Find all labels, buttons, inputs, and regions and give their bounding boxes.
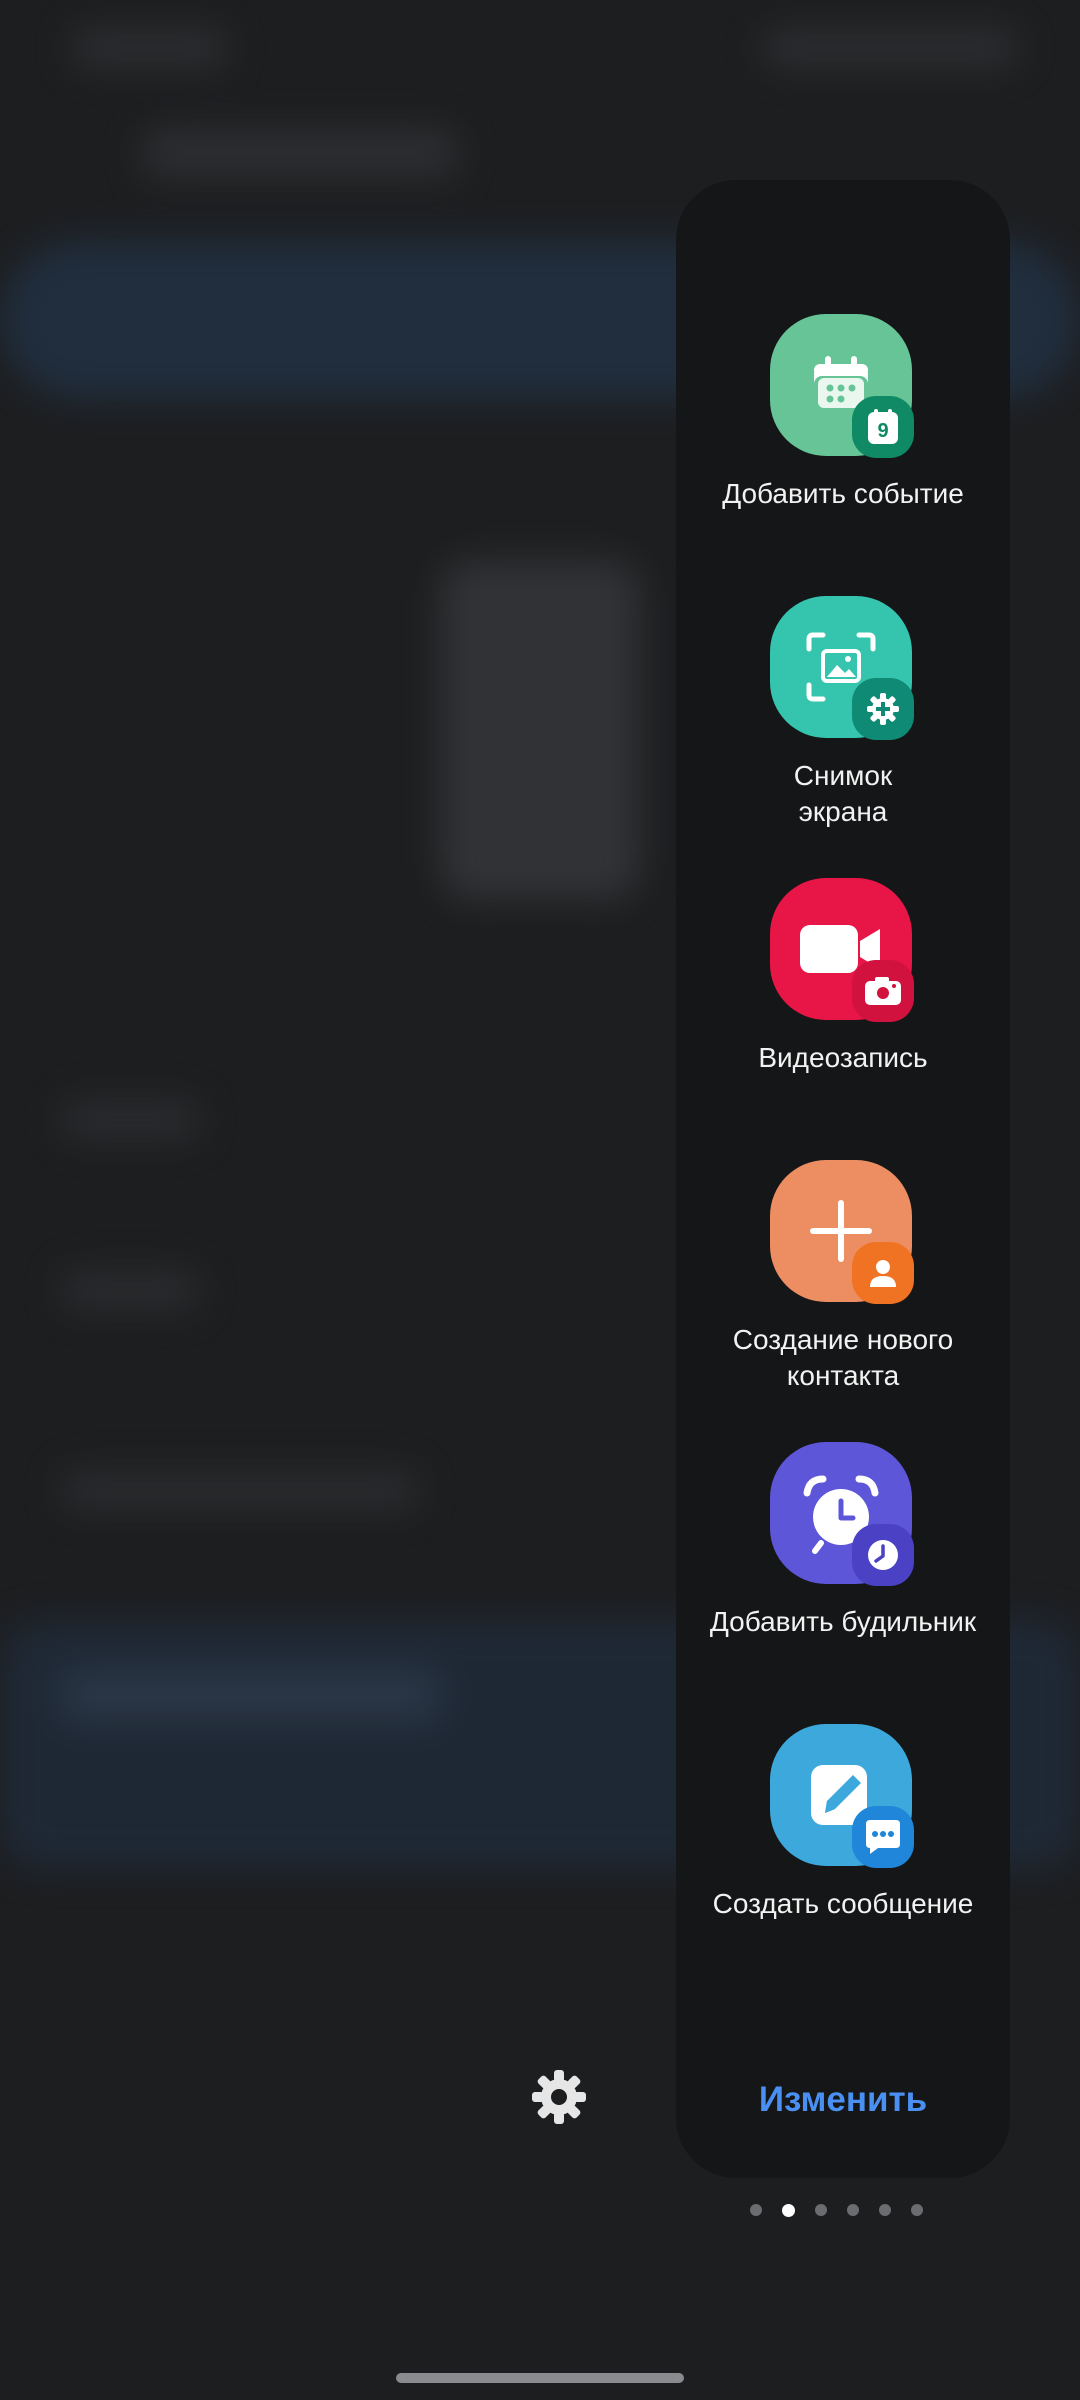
shortcut-add-event[interactable]: 9 Добавить событие: [676, 314, 1010, 512]
shortcut-icon: [770, 596, 916, 742]
bg-row: [60, 1270, 200, 1310]
navigation-handle[interactable]: [396, 2373, 684, 2383]
page-dot-active[interactable]: [782, 2203, 795, 2217]
page-indicator: [750, 2202, 923, 2218]
shortcut-label: Добавить будильник: [709, 1606, 977, 1637]
shortcut-label: Добавить событие: [722, 478, 964, 509]
shortcut-icon: [770, 878, 916, 1024]
shortcut-icon: [770, 1724, 916, 1870]
page-dot[interactable]: [911, 2204, 923, 2216]
shortcut-label: Создание нового контакта: [732, 1324, 954, 1391]
screen: 9 Добавить событие Снимок экрана Видеоза…: [0, 0, 1080, 2400]
edge-panel: 9 Добавить событие Снимок экрана Видеоза…: [676, 180, 1010, 2178]
chat-bubble-icon: [852, 1806, 914, 1868]
shortcut-video-recording[interactable]: Видеозапись: [676, 878, 1010, 1076]
bg-title: [140, 128, 460, 178]
edit-button[interactable]: Изменить: [676, 2076, 1010, 2124]
camera-icon: [852, 960, 914, 1022]
bg-row: [60, 1470, 420, 1510]
bg-status-bar-left: [70, 28, 230, 68]
shortcut-icon: [770, 1160, 916, 1306]
person-icon: [852, 1242, 914, 1304]
settings-button[interactable]: [528, 2066, 590, 2128]
bg-card: [440, 560, 640, 900]
page-dot[interactable]: [879, 2204, 891, 2216]
calendar-9-icon: 9: [852, 396, 914, 458]
page-dot[interactable]: [750, 2204, 762, 2216]
shortcut-label: Создать сообщение: [712, 1888, 974, 1919]
gear-icon: [532, 2070, 586, 2124]
shortcut-label: Снимок экрана: [793, 760, 893, 827]
shortcut-label: Видеозапись: [758, 1042, 928, 1073]
shortcut-icon: [770, 1442, 916, 1588]
bg-row: [60, 1100, 200, 1140]
bg-status-bar-right: [760, 28, 1020, 68]
bg-panel-text: [60, 1670, 440, 1720]
svg-text:9: 9: [877, 420, 888, 442]
page-dot[interactable]: [847, 2204, 859, 2216]
page-dot[interactable]: [815, 2204, 827, 2216]
shortcut-icon: 9: [770, 314, 916, 460]
shortcut-screenshot[interactable]: Снимок экрана: [676, 596, 1010, 830]
clock-icon: [852, 1524, 914, 1586]
shortcut-create-contact[interactable]: Создание нового контакта: [676, 1160, 1010, 1394]
shortcut-add-alarm[interactable]: Добавить будильник: [676, 1442, 1010, 1640]
shortcut-create-message[interactable]: Создать сообщение: [676, 1724, 1010, 1922]
gear-icon: [852, 678, 914, 740]
